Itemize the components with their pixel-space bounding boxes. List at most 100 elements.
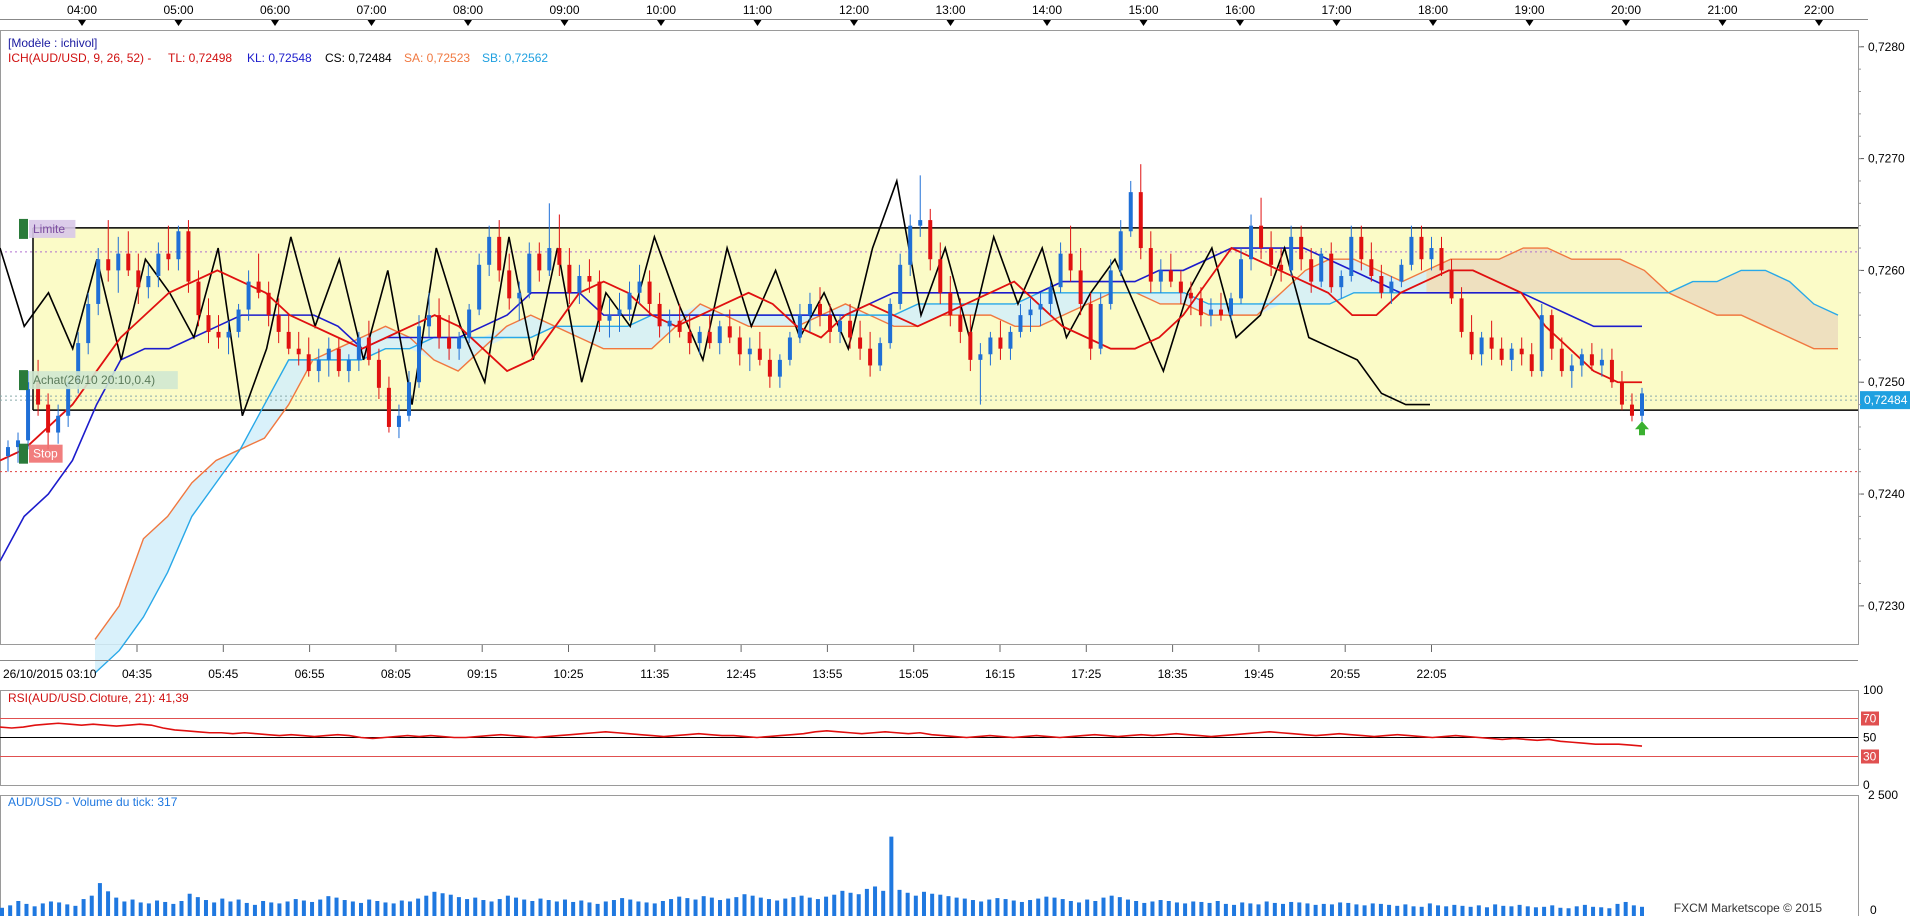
volume-bar: [718, 900, 723, 916]
volume-bar: [962, 898, 967, 916]
candle-body: [366, 337, 371, 360]
candle-body: [437, 315, 442, 338]
volume-bar: [1370, 903, 1375, 916]
volume-bar: [1419, 906, 1424, 916]
volume-bar: [383, 902, 388, 916]
top-axis-tick-label: 07:00: [356, 3, 386, 17]
bottom-axis-tick-label: 12:45: [726, 667, 756, 681]
volume-bar: [1631, 905, 1636, 916]
candle-body: [1188, 292, 1193, 299]
volume-bar: [514, 897, 519, 916]
candle-body: [56, 415, 61, 433]
volume-bar: [301, 900, 306, 916]
candle-body: [146, 276, 151, 288]
candle-body: [497, 236, 502, 271]
candle-body: [948, 292, 953, 316]
volume-bar: [1313, 904, 1318, 916]
candle-body: [1409, 236, 1414, 265]
candle-body: [26, 382, 31, 441]
volume-bar: [856, 894, 861, 916]
rsi-axis-label: 50: [1863, 731, 1877, 745]
volume-bar: [1093, 900, 1098, 916]
volume-bar: [138, 902, 143, 916]
candle-body: [266, 292, 271, 316]
candle-body: [1239, 259, 1244, 299]
candle-body: [1419, 236, 1424, 260]
volume-bar: [832, 894, 837, 916]
candle-body: [557, 248, 562, 265]
top-axis-tick-label: 10:00: [646, 3, 676, 17]
bottom-axis-tick-label: 16:15: [985, 667, 1015, 681]
rsi-axis-label: 30: [1863, 750, 1877, 764]
volume-bar: [481, 900, 486, 916]
volume-bar: [203, 900, 208, 916]
candle-body: [467, 309, 472, 338]
bottom-axis-tick-label: 09:15: [467, 667, 497, 681]
candle-body: [898, 264, 903, 304]
candle-body: [777, 359, 782, 377]
volume-bar: [57, 902, 62, 916]
candle-body: [306, 354, 311, 372]
candle-body: [1058, 253, 1063, 288]
candle-body: [547, 248, 552, 271]
volume-bar: [1240, 902, 1245, 916]
top-axis-tick-label: 20:00: [1611, 3, 1641, 17]
chart-canvas[interactable]: 04:00 05:00 06:00 07:00 08:00 09:00 10:00 11:00…: [0, 0, 1919, 916]
top-axis-tick-label: 06:00: [260, 3, 290, 17]
volume-bar: [1558, 907, 1563, 916]
candle-body: [727, 326, 732, 338]
candle-body: [968, 331, 973, 360]
volume-bar: [40, 903, 45, 916]
volume-bar: [1460, 905, 1465, 916]
candle-body: [346, 359, 351, 372]
volume-bar: [987, 899, 992, 916]
candle-body: [1449, 270, 1454, 299]
volume-bar: [73, 905, 78, 916]
volume-bar: [1493, 904, 1498, 916]
volume-bar: [1297, 902, 1302, 916]
candle-body: [1609, 359, 1614, 383]
candle-body: [1539, 315, 1544, 372]
candle-body: [1359, 236, 1364, 260]
candle-body: [236, 309, 241, 332]
volume-bar: [1183, 903, 1188, 916]
candle-body: [858, 337, 863, 349]
stop-label-handle: [19, 443, 28, 464]
volume-bar: [1542, 906, 1547, 916]
volume-bar: [1272, 902, 1277, 916]
candle-body: [1379, 276, 1384, 293]
candle-body: [1459, 298, 1464, 332]
volume-bar: [579, 900, 584, 916]
volume-bar: [660, 900, 665, 916]
volume-bar: [709, 897, 714, 916]
volume-bar: [8, 905, 13, 916]
volume-bar: [1338, 902, 1343, 916]
volume-axis-zero: 0: [1870, 903, 1877, 916]
volume-bar: [1280, 903, 1285, 916]
volume-bar: [620, 898, 625, 916]
volume-bar: [970, 900, 975, 916]
candle-body: [988, 337, 993, 355]
volume-bar: [473, 897, 478, 916]
volume-bar: [611, 900, 616, 916]
volume-bar: [432, 891, 437, 916]
candle-body: [717, 326, 722, 344]
volume-bar: [693, 899, 698, 916]
candle-body: [1008, 331, 1013, 349]
candle-body: [1088, 303, 1093, 349]
volume-bar: [921, 891, 926, 916]
candle-body: [1178, 281, 1183, 293]
bottom-axis-tick-label: 05:45: [208, 667, 238, 681]
candle-body: [1339, 276, 1344, 288]
top-axis-tick-label: 08:00: [453, 3, 483, 17]
candle-body: [316, 359, 321, 372]
volume-bar: [930, 893, 935, 916]
volume-bar: [1533, 907, 1538, 916]
bottom-axis-tick-label: 11:35: [640, 667, 669, 681]
volume-bar: [1248, 903, 1253, 916]
volume-bar: [530, 900, 535, 916]
volume-bar: [1387, 904, 1392, 916]
volume-bar: [342, 900, 347, 916]
volume-bar: [1566, 908, 1571, 916]
volume-bar: [571, 901, 576, 916]
